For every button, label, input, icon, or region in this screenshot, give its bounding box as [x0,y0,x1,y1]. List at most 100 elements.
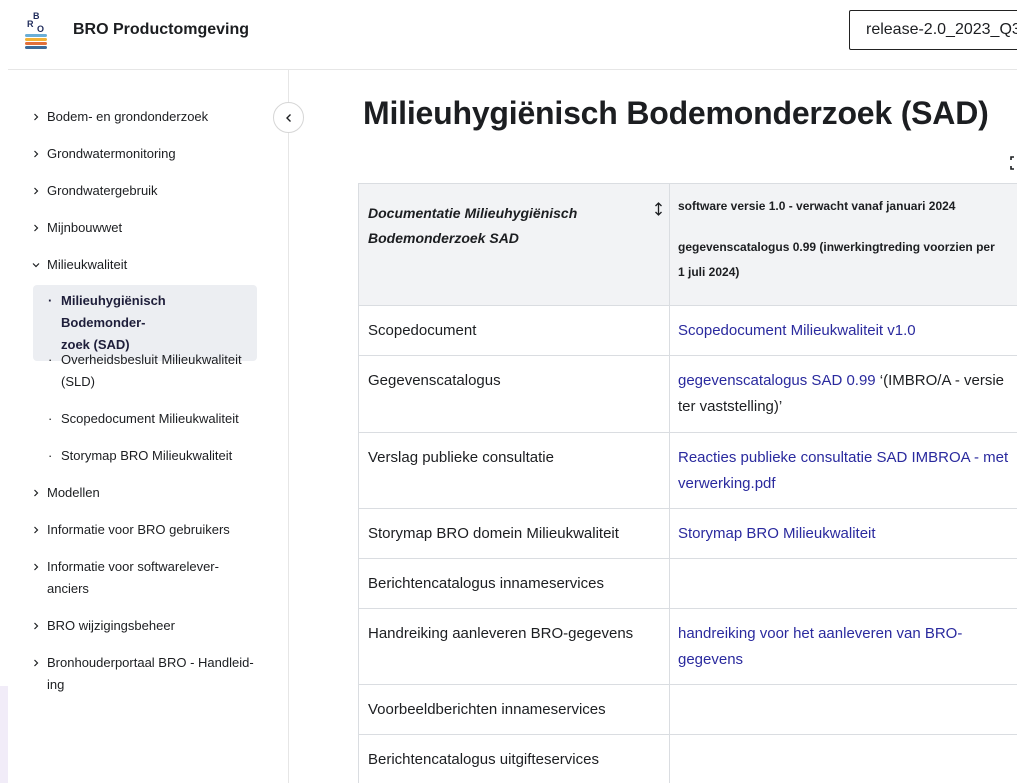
sidebar-item-label: Informatie voor BRO gebruikers [47,522,230,537]
chevron-right-icon [32,482,42,504]
table-cell-empty [669,734,1017,783]
table-row: Handreiking aanleveren BRO-gegevens hand… [358,608,1017,685]
sidebar-item-wijzigingsbeheer[interactable]: BRO wijzigingsbeheer [32,615,175,637]
table-header-label-line2: Bodemonderzoek SAD [368,230,519,246]
handreiking-link-line1: handreiking voor het aanleveren van BRO- [678,625,963,642]
handreiking-link[interactable]: handreiking voor het aanleveren van BRO-… [678,625,962,668]
bullet-dot-icon: · [48,352,53,367]
consultatie-link[interactable]: Reacties publieke consultatie SAD IMBROA… [678,449,1008,492]
chevron-right-icon [32,652,42,674]
table-row: Scopedocument Scopedocument Milieukwalit… [358,305,1017,356]
table-header-label-line1: Documentatie Milieuhygiënisch [368,205,578,221]
chevron-down-icon [32,254,42,276]
handreiking-link-line2: gegevens [678,651,744,668]
sidebar-item-label: Modellen [47,485,100,500]
bullet-dot-icon: · [48,411,53,426]
sidebar-subitem-label: Scopedocument Milieukwaliteit [61,411,239,426]
chevron-right-icon [32,106,42,128]
sidebar-subitem-storymap[interactable]: · Storymap BRO Milieukwaliteit [33,445,257,467]
sidebar-item-grondwatergebruik[interactable]: Grondwatergebruik [32,180,158,202]
bro-logo-icon[interactable]: B R O [22,10,50,52]
table-row: Verslag publieke consultatie Reacties pu… [358,432,1017,509]
chevron-right-icon [32,519,42,541]
sidebar-item-label: BRO wijzigingsbeheer [47,618,175,633]
table-cell-link: gegevenscatalogus SAD 0.99 ‘(IMBRO/A - v… [669,355,1017,433]
sidebar-item-label: Mijnbouwwet [47,220,123,235]
sidebar-subitem-label-line1: Milieuhygiënisch Bodemonder- [61,293,166,330]
sort-icon[interactable] [654,202,663,216]
sidebar-item-label: Bodem- en grondonderzoek [47,109,209,124]
svg-text:O: O [37,24,44,34]
sidebar-item-informatie-gebruikers[interactable]: Informatie voor BRO gebruikers [32,519,230,541]
table-header-catalogus-version: gegevenscatalogus 0.99 (inwerkingtreding… [678,240,995,254]
table-header-catalogus-date: 1 juli 2024) [678,265,740,279]
sidebar-item-label: Milieukwaliteit [47,257,128,272]
sidebar-item-milieukwaliteit[interactable]: Milieukwaliteit [32,254,127,276]
sidebar-item-label-line1: Bronhouderportaal BRO - Handleid- [47,655,254,670]
svg-text:R: R [27,19,34,29]
sidebar-item-label-line2: ing [47,677,65,692]
table-cell-link: handreiking voor het aanleveren van BRO-… [669,608,1017,685]
sidebar-item-grondwatermonitoring[interactable]: Grondwatermonitoring [32,143,176,165]
page-title: Milieuhygiënisch Bodemonderzoek (SAD) [363,95,989,131]
table-cell-label: Berichtencatalogus innameservices [358,558,670,609]
table-row: Gegevenscatalogus gegevenscatalogus SAD … [358,355,1017,433]
table-cell-label: Gegevenscatalogus [358,355,670,433]
table-header-row: Documentatie Milieuhygiënisch Bodemonder… [358,183,1017,306]
sidebar-subitem-scopedocument[interactable]: · Scopedocument Milieukwaliteit [33,408,257,430]
documentation-table: Documentatie Milieuhygiënisch Bodemonder… [358,183,1017,783]
brand-title[interactable]: BRO Productomgeving [73,20,249,40]
table-row: Berichtencatalogus uitgifteservices [358,734,1017,783]
table-cell-label: Scopedocument [358,305,670,356]
sidebar-subitem-label-line2: (SLD) [61,374,95,389]
sidebar-subitem-label: Storymap BRO Milieukwaliteit [61,448,233,463]
scopedocument-link[interactable]: Scopedocument Milieukwaliteit v1.0 [678,322,916,339]
sidebar-item-bronhouderportaal[interactable]: Bronhouderportaal BRO - Handleid- ing [32,652,254,696]
storymap-link[interactable]: Storymap BRO Milieukwaliteit [678,525,876,542]
gegevenscatalogus-suffix: ‘(IMBRO/A - versie [875,372,1004,389]
top-navbar: B R O BRO Productomgeving release-2.0_20… [0,0,1017,66]
table-cell-link: Reacties publieke consultatie SAD IMBROA… [669,432,1017,509]
table-cell-empty [669,558,1017,609]
sidebar-subitem-label-line1: Overheidsbesluit Milieukwaliteit [61,352,242,367]
chevron-right-icon [32,180,42,202]
expand-icon[interactable] [1010,156,1017,170]
table-cell-label: Storymap BRO domein Milieukwaliteit [358,508,670,559]
bullet-dot-icon: · [48,448,53,463]
consultatie-link-line2: verwerking.pdf [678,475,776,492]
svg-text:B: B [33,11,40,21]
sidebar-item-label: Grondwatermonitoring [47,146,176,161]
table-header-cell-versie: software versie 1.0 - verwacht vanaf jan… [669,183,1017,306]
sidebar-item-mijnbouwwet[interactable]: Mijnbouwwet [32,217,122,239]
table-cell-label: Voorbeeldberichten innameservices [358,684,670,735]
version-dropdown[interactable]: release-2.0_2023_Q3 [849,10,1017,50]
collapse-sidebar-button[interactable] [273,102,304,133]
chevron-right-icon [32,556,42,578]
table-row: Storymap BRO domein Milieukwaliteit Stor… [358,508,1017,559]
left-edge-accent [0,686,8,783]
table-cell-label: Handreiking aanleveren BRO-gegevens [358,608,670,685]
table-cell-label: Verslag publieke consultatie [358,432,670,509]
table-row: Voorbeeldberichten innameservices [358,684,1017,735]
sidebar-item-label-line1: Informatie voor softwarelever- [47,559,219,574]
chevron-right-icon [32,143,42,165]
sidebar-item-bodem-en-grondonderzoek[interactable]: Bodem- en grondonderzoek [32,106,208,128]
chevron-right-icon [32,217,42,239]
sidebar-item-label: Grondwatergebruik [47,183,158,198]
table-header-cell-documentatie[interactable]: Documentatie Milieuhygiënisch Bodemonder… [358,183,670,306]
sidebar-item-informatie-softwareleveranciers[interactable]: Informatie voor softwarelever- anciers [32,556,219,600]
sidebar-subitem-sld[interactable]: · Overheidsbesluit Milieukwaliteit (SLD) [33,349,257,393]
table-cell-link: Storymap BRO Milieukwaliteit [669,508,1017,559]
consultatie-link-line1: Reacties publieke consultatie SAD IMBROA… [678,449,1009,466]
table-cell-empty [669,684,1017,735]
gegevenscatalogus-suffix-line2: ter vaststelling)’ [678,398,783,415]
chevron-left-icon [285,113,291,122]
sidebar-item-modellen[interactable]: Modellen [32,482,100,504]
chevron-right-icon [32,615,42,637]
gegevenscatalogus-link[interactable]: gegevenscatalogus SAD 0.99 [678,372,876,389]
table-cell-link: Scopedocument Milieukwaliteit v1.0 [669,305,1017,356]
table-cell-label: Berichtencatalogus uitgifteservices [358,734,670,783]
bullet-dot-icon: · [48,293,53,308]
sidebar-item-label-line2: anciers [47,581,89,596]
table-header-software-version: software versie 1.0 - verwacht vanaf jan… [678,199,956,213]
